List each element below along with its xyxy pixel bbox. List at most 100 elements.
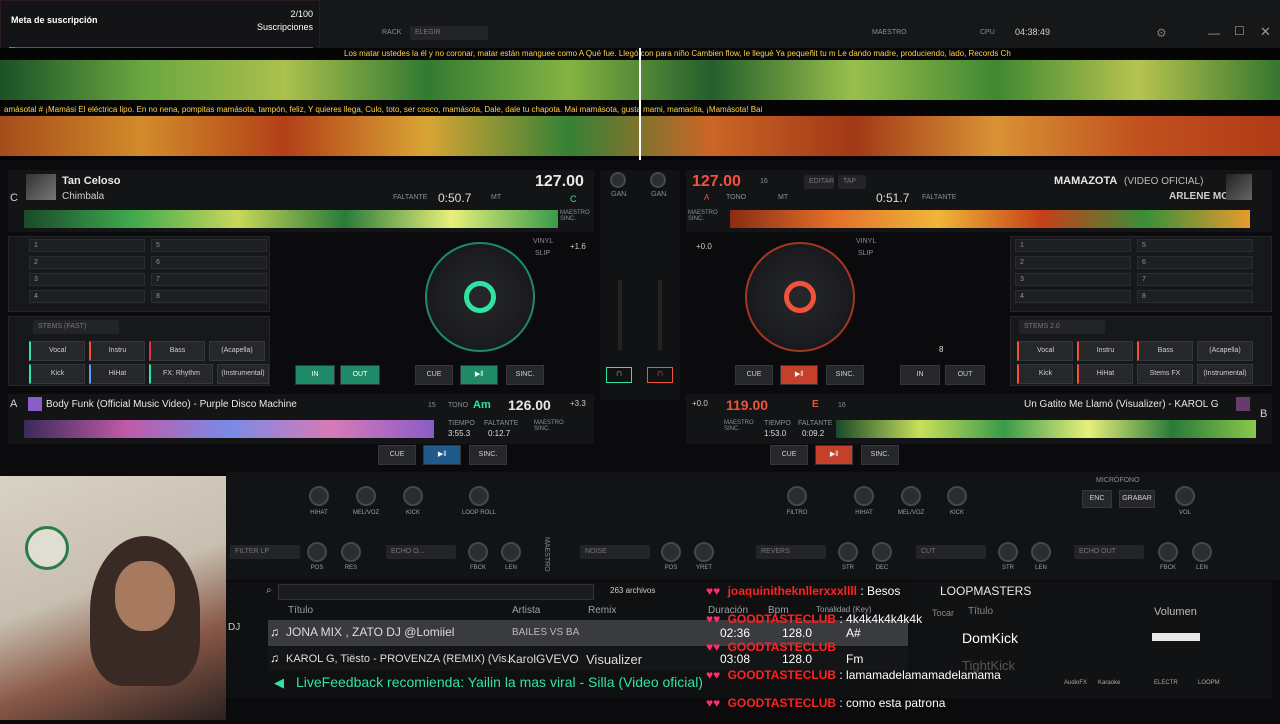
editar-button[interactable]: EDITAR: [804, 175, 834, 189]
kick-knob-left[interactable]: [403, 486, 423, 506]
hotcue-r-2[interactable]: 2: [1015, 256, 1131, 269]
slip-left[interactable]: SLIP: [535, 250, 550, 257]
hotcue-r-1[interactable]: 1: [1015, 239, 1131, 252]
vinyl-left[interactable]: VINYL: [533, 238, 553, 245]
play-button-a[interactable]: ▶‖: [423, 445, 461, 465]
hotcue-4[interactable]: 4: [29, 290, 145, 303]
col-title[interactable]: Título: [288, 605, 313, 616]
hotcue-r-8[interactable]: 8: [1137, 290, 1253, 303]
col-remix[interactable]: Remix: [588, 605, 616, 616]
mt-d[interactable]: MT: [778, 194, 788, 201]
stem-kick-right[interactable]: Kick: [1017, 364, 1073, 384]
stem-instrumental-left[interactable]: (Instrumental): [217, 364, 269, 384]
loop-in-left[interactable]: IN: [295, 365, 335, 385]
hotcue-2[interactable]: 2: [29, 256, 145, 269]
echo-out-select[interactable]: ECHO OUT: [1074, 545, 1144, 559]
stems-select-right[interactable]: STEMS 2.0: [1019, 320, 1105, 334]
len-knob-mid[interactable]: [1031, 542, 1051, 562]
cue-button-left[interactable]: CUE: [415, 365, 453, 385]
sync-button-b[interactable]: SINC.: [861, 445, 899, 465]
loop-roll-knob[interactable]: [469, 486, 489, 506]
tab-loopm[interactable]: LOOPM: [1198, 680, 1220, 686]
volume-bar[interactable]: [1152, 633, 1200, 641]
stem-instru-right[interactable]: Instru: [1077, 341, 1133, 361]
stems-select-left[interactable]: STEMS (FAST): [33, 320, 119, 334]
hotcue-1[interactable]: 1: [29, 239, 145, 252]
channel-fader-right[interactable]: [658, 280, 662, 350]
cue-button-right[interactable]: CUE: [735, 365, 773, 385]
master-sync-a[interactable]: MAESTRO SINC.: [534, 420, 566, 432]
key-a[interactable]: Am: [473, 399, 491, 411]
master-sync-b[interactable]: MAESTRO SINC.: [724, 420, 758, 432]
hotcue-7[interactable]: 7: [151, 273, 267, 286]
stem-bass-left[interactable]: Bass: [149, 341, 205, 361]
hotcue-r-4[interactable]: 4: [1015, 290, 1131, 303]
loop-out-left[interactable]: OUT: [340, 365, 380, 385]
stem-instrumental-right[interactable]: (Instrumental): [1197, 364, 1253, 384]
master-sync-d[interactable]: MAESTRO SINC.: [688, 210, 722, 222]
fbck-knob-right[interactable]: [1158, 542, 1178, 562]
echo-select-left[interactable]: ECHO O...: [386, 545, 456, 559]
waveform-b[interactable]: [836, 420, 1256, 438]
tab-electro[interactable]: ELECTR: [1154, 680, 1178, 686]
col-artist[interactable]: Artista: [512, 605, 540, 616]
kick-knob-right[interactable]: [947, 486, 967, 506]
hihat-knob-right[interactable]: [854, 486, 874, 506]
stem-fx-rhythm-left[interactable]: FX: Rhythm: [149, 364, 213, 384]
play-button-left[interactable]: ▶‖: [460, 365, 498, 385]
waveform-overview[interactable]: Los matar ustedes la él y no coronar, ma…: [0, 48, 1280, 160]
vinyl-right[interactable]: VINYL: [856, 238, 876, 245]
jog-wheel-left[interactable]: [425, 242, 535, 352]
headphones-left-icon[interactable]: ∩: [606, 367, 632, 383]
stem-acapella-left[interactable]: (Acapella): [209, 341, 265, 361]
minimize-icon[interactable]: —: [1208, 26, 1220, 40]
revers-select[interactable]: REVERS: [756, 545, 826, 559]
sync-button-left[interactable]: SINC.: [506, 365, 544, 385]
hotcue-r-6[interactable]: 6: [1137, 256, 1253, 269]
cut-select[interactable]: CUT: [916, 545, 986, 559]
search-input[interactable]: [278, 584, 594, 600]
stem-instru-left[interactable]: Instru: [89, 341, 145, 361]
channel-fader-left[interactable]: [618, 280, 622, 350]
gain-knob-left[interactable]: [610, 172, 626, 188]
rack-select[interactable]: ELEGIR: [410, 26, 488, 40]
key-b[interactable]: E: [812, 399, 819, 410]
gear-icon[interactable]: ⚙: [1156, 26, 1167, 40]
enc-button[interactable]: ENC: [1082, 490, 1112, 508]
key-c[interactable]: C: [570, 194, 577, 204]
melvoz-knob-left[interactable]: [356, 486, 376, 506]
tap-button[interactable]: TAP: [838, 175, 866, 189]
stem-vocal-right[interactable]: Vocal: [1017, 341, 1073, 361]
hotcue-r-7[interactable]: 7: [1137, 273, 1253, 286]
jog-wheel-right[interactable]: [745, 242, 855, 352]
loop-size-right[interactable]: 8: [939, 345, 943, 354]
filtro-knob[interactable]: [787, 486, 807, 506]
stem-bass-right[interactable]: Bass: [1137, 341, 1193, 361]
sync-button-right[interactable]: SINC.: [826, 365, 864, 385]
master-sync-c[interactable]: MAESTRO SINC.: [560, 210, 592, 222]
dec-knob[interactable]: [872, 542, 892, 562]
livefeedback-text[interactable]: LiveFeedback recomienda: Yailin la mas v…: [296, 674, 703, 690]
stem-hihat-left[interactable]: HiHat: [89, 364, 145, 384]
hotcue-r-5[interactable]: 5: [1137, 239, 1253, 252]
hotcue-r-3[interactable]: 3: [1015, 273, 1131, 286]
play-button-b[interactable]: ▶‖: [815, 445, 853, 465]
hotcue-6[interactable]: 6: [151, 256, 267, 269]
pos-knob-left[interactable]: [307, 542, 327, 562]
melvoz-knob-right[interactable]: [901, 486, 921, 506]
stem-hihat-right[interactable]: HiHat: [1077, 364, 1133, 384]
stem-vocal-left[interactable]: Vocal: [29, 341, 85, 361]
yret-knob[interactable]: [694, 542, 714, 562]
loop-in-right[interactable]: IN: [900, 365, 940, 385]
cue-button-b[interactable]: CUE: [770, 445, 808, 465]
gain-knob-right[interactable]: [650, 172, 666, 188]
maximize-icon[interactable]: ☐: [1234, 24, 1245, 38]
sync-button-a[interactable]: SINC.: [469, 445, 507, 465]
grabar-button[interactable]: GRABAR: [1119, 490, 1155, 508]
slip-right[interactable]: SLIP: [858, 250, 873, 257]
stems-fx-right[interactable]: Stems FX: [1137, 364, 1193, 384]
vol-knob[interactable]: [1175, 486, 1195, 506]
waveform-a[interactable]: [24, 420, 434, 438]
pos-knob-center[interactable]: [661, 542, 681, 562]
waveform-d[interactable]: [730, 210, 1250, 228]
